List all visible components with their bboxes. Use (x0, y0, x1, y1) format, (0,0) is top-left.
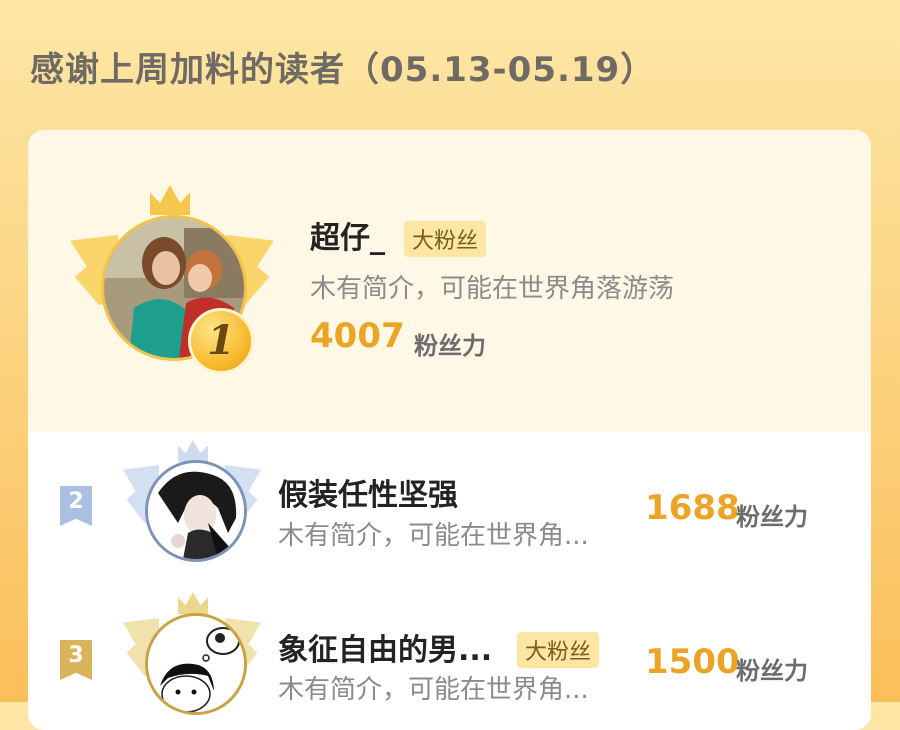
fan-level-badge: 大粉丝 (517, 632, 600, 668)
leaderboard-card: 1 超仔_ 大粉丝 木有简介，可能在世界角落游荡 4007 粉丝力 2 假装任性… (28, 130, 871, 730)
fan-power-score: 4007 (310, 316, 405, 356)
user-bio: 木有简介，可能在世界角... (278, 521, 589, 551)
fan-power-label: 粉丝力 (414, 332, 486, 360)
rank-1-medal: 1 (188, 308, 254, 374)
user-name[interactable]: 超仔_ (310, 213, 385, 257)
avatar[interactable] (145, 460, 247, 562)
fan-level-badge: 大粉丝 (404, 221, 487, 257)
page-title: 感谢上周加料的读者（05.13-05.19） (30, 50, 656, 90)
fan-power-score: 1500 (645, 642, 740, 682)
avatar[interactable] (145, 613, 247, 715)
user-name[interactable]: 假装任性坚强 (278, 470, 458, 514)
user-bio: 木有简介，可能在世界角... (278, 675, 589, 705)
fan-power-label: 粉丝力 (736, 503, 808, 531)
rank-2-flag: 2 (60, 486, 92, 526)
fan-power-score: 1688 (645, 488, 740, 528)
crown-icon (178, 592, 208, 614)
rank-3-flag: 3 (60, 640, 92, 680)
user-bio: 木有简介，可能在世界角落游荡 (310, 274, 675, 304)
fan-power-label: 粉丝力 (736, 657, 808, 685)
user-name[interactable]: 象征自由的男... (278, 625, 492, 669)
crown-icon (178, 440, 208, 462)
